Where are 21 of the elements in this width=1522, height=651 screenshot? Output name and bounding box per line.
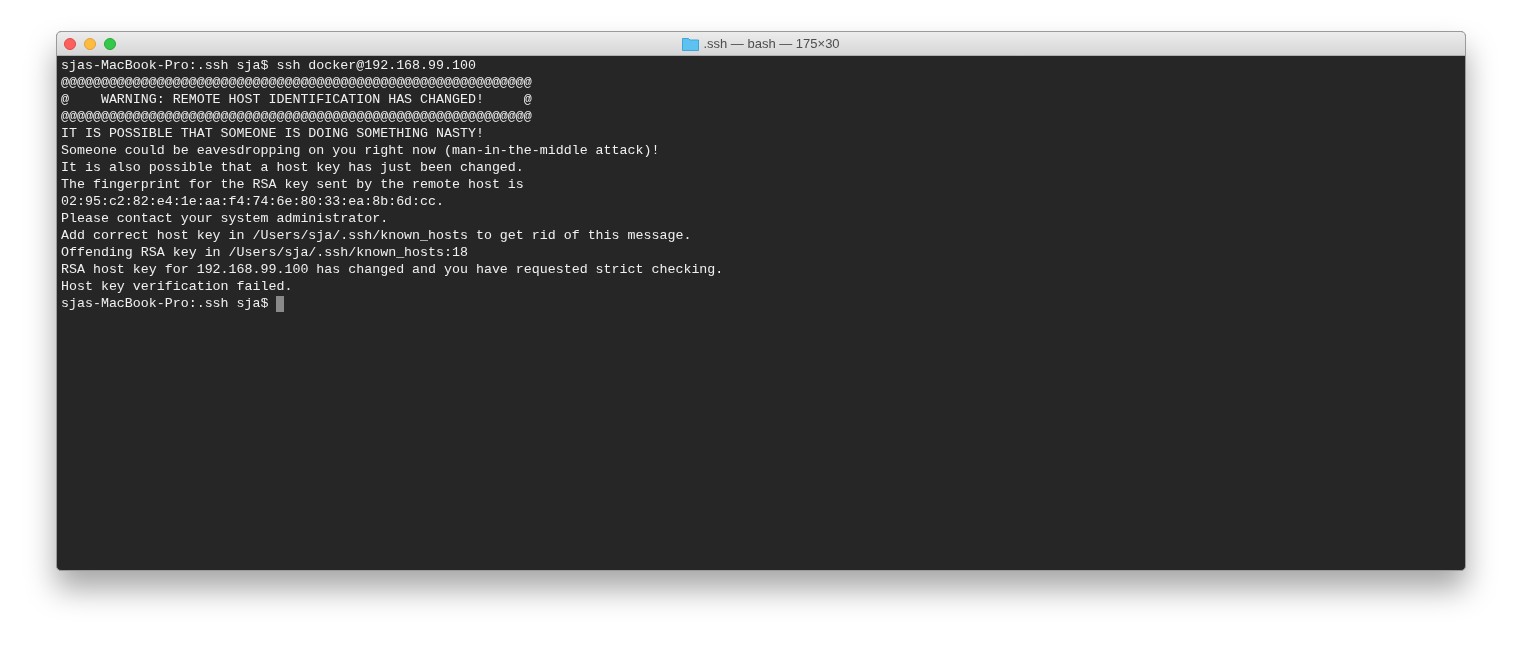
terminal-line: Host key verification failed. <box>61 278 294 295</box>
terminal-line: Offending RSA key in /Users/sja/.ssh/known_hosts:18 <box>61 244 469 261</box>
folder-icon <box>682 36 700 51</box>
terminal-line: Add correct host key in /Users/sja/.ssh/known_hosts to get rid of this message. <box>61 227 693 244</box>
terminal-line: The fingerprint for the RSA key sent by the remote host is <box>61 176 525 193</box>
terminal-line: IT IS POSSIBLE THAT SOMEONE IS DOING SOMETHING NASTY! <box>61 125 485 142</box>
zoom-button[interactable] <box>104 37 116 50</box>
terminal-line: @ WARNING: REMOTE HOST IDENTIFICATION HAS CHANGED! @ <box>61 91 533 108</box>
terminal-line: sjas-MacBook-Pro:.ssh sja$ ssh docker@192.168.99.100 <box>61 57 477 74</box>
terminal-line: RSA host key for 192.168.99.100 has changed and you have requested strict checking. <box>61 261 725 278</box>
terminal-line: It is also possible that a host key has just been changed. <box>61 159 525 176</box>
minimize-button[interactable] <box>84 37 96 50</box>
terminal-line: @@@@@@@@@@@@@@@@@@@@@@@@@@@@@@@@@@@@@@@@@@@@@@@@@@@@@@@@@@@ <box>61 108 533 125</box>
terminal-line: 02:95:c2:82:e4:1e:aa:f4:74:6e:80:33:ea:8b:6d:cc. <box>61 193 445 210</box>
terminal-line: Please contact your system administrator. <box>61 210 390 227</box>
close-button[interactable] <box>64 37 76 50</box>
window-title: .ssh — bash — 175×30 <box>703 36 840 51</box>
terminal-line: @@@@@@@@@@@@@@@@@@@@@@@@@@@@@@@@@@@@@@@@@@@@@@@@@@@@@@@@@@@ <box>61 74 533 91</box>
terminal-line: Someone could be eavesdropping on you right now (man-in-the-middle attack)! <box>61 142 661 159</box>
text-cursor <box>276 295 285 312</box>
shell-prompt: sjas-MacBook-Pro:.ssh sja$ <box>61 295 269 312</box>
